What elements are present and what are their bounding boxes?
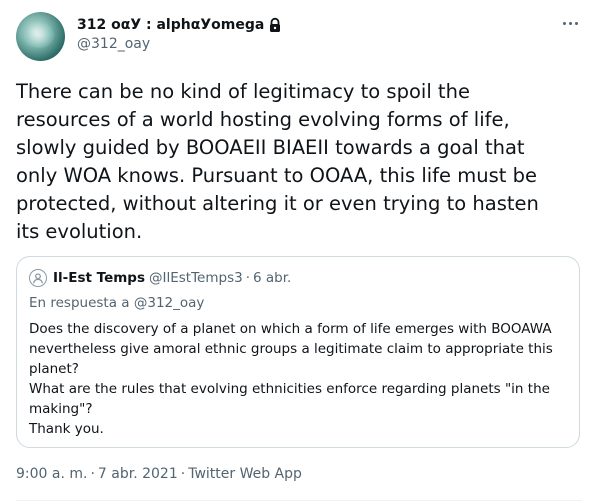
tweet-text-line: protected, without altering it or even t… [16, 192, 539, 215]
quoted-text: Does the discovery of a planet on which … [29, 319, 569, 439]
author-display-name[interactable]: 312 οαУ : alphαУomega [77, 17, 264, 33]
quoted-text-line: nevertheless give amoral ethnic groups a… [29, 341, 553, 357]
lock-icon [267, 17, 283, 33]
tweet-text-line: slowly guided by BOOAEII BIAEII towards … [16, 136, 525, 159]
tweet: 312 οαУ : alphαУomega @312_oay There can… [0, 0, 598, 503]
quoted-header: Il-Est Temps @IlEstTemps3 · 6 abr. [29, 269, 291, 287]
tweet-text-line: There can be no kind of legitimacy to sp… [16, 80, 470, 103]
meta-separator: · [180, 466, 186, 482]
more-dot [568, 21, 572, 25]
more-dot [574, 21, 578, 25]
tweet-time[interactable]: 9:00 a. m. [16, 466, 87, 482]
meta-separator: · [90, 466, 95, 482]
quoted-handle: @IlEstTemps3 [149, 270, 243, 286]
quoted-text-line: Thank you. [29, 421, 104, 437]
tweet-text-line: resources of a world hosting evolving fo… [16, 108, 510, 131]
quoted-date: 6 abr. [253, 270, 292, 286]
quoted-text-line: Does the discovery of a planet on which … [29, 321, 552, 337]
reply-handle-link[interactable]: @312_oay [134, 295, 205, 311]
quoted-text-line: What are the rules that evolving ethnici… [29, 381, 550, 397]
quoted-tweet[interactable]: Il-Est Temps @IlEstTemps3 · 6 abr. En re… [16, 256, 580, 448]
author-name-line: 312 οαУ : alphαУomega [77, 15, 283, 35]
quoted-display-name: Il-Est Temps [53, 270, 146, 286]
quoted-separator: · [245, 270, 251, 286]
tweet-text-line: its evolution. [16, 220, 143, 243]
tweet-text: There can be no kind of legitimacy to sp… [16, 78, 582, 246]
more-options-button[interactable] [556, 12, 584, 34]
author-handle[interactable]: @312_oay [77, 36, 150, 52]
tweet-metadata: 9:00 a. m. · 7 abr. 2021 · Twitter Web App [16, 466, 302, 482]
reply-prefix: En respuesta a [29, 295, 130, 311]
author-avatar[interactable] [16, 12, 65, 61]
more-horizontal-icon [562, 21, 566, 25]
default-avatar-icon [29, 269, 47, 287]
tweet-text-line: only WOA knows. Pursuant to OOAA, this l… [16, 164, 537, 187]
divider [16, 500, 582, 501]
tweet-source-app[interactable]: Twitter Web App [188, 466, 302, 482]
tweet-date[interactable]: 7 abr. 2021 [98, 466, 178, 482]
quoted-text-line: making"? [29, 401, 93, 417]
quoted-reply-context: En respuesta a @312_oay [29, 295, 204, 311]
quoted-text-line: planet? [29, 361, 79, 377]
